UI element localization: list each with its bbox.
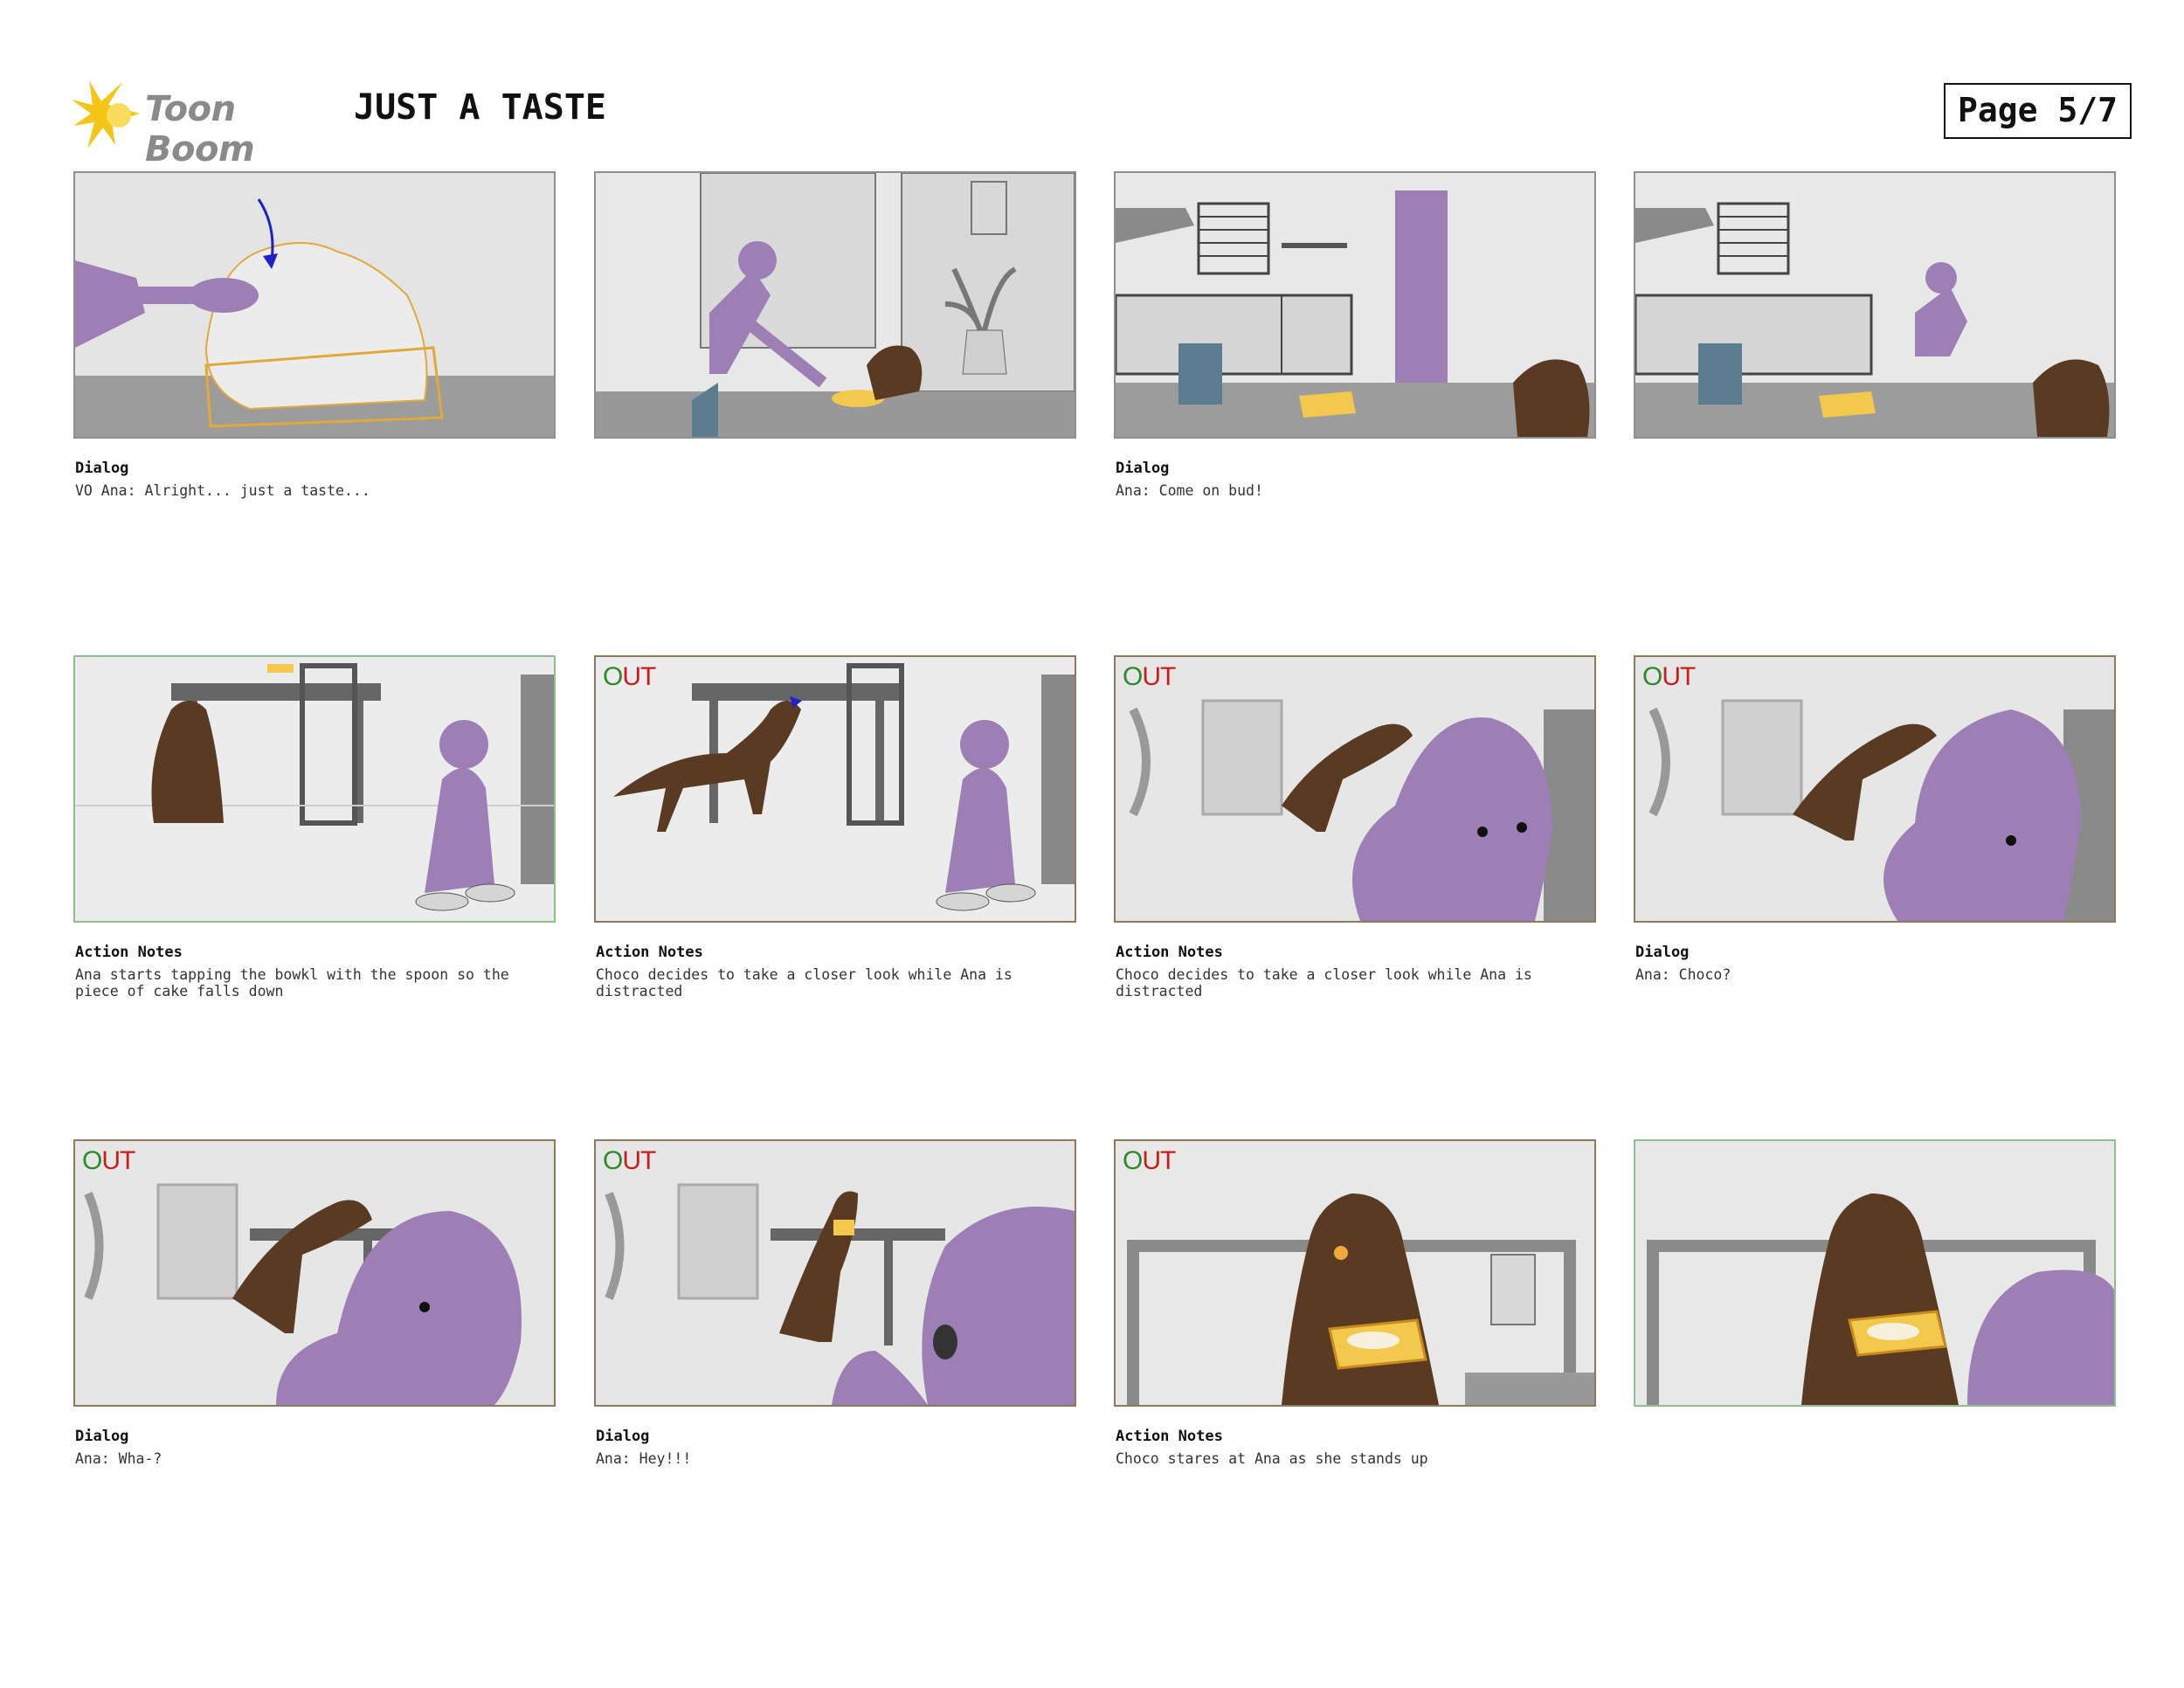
sketch-dog-sitting-ana-bowl — [75, 657, 554, 921]
sketch-dog-on-table-ana-turning — [1635, 657, 2114, 921]
panel-frame[interactable] — [1634, 171, 2116, 439]
sketch-dog-holding-cake — [1116, 1141, 1594, 1405]
panel-note-label: Action Notes — [596, 944, 703, 961]
out-marker: OUT — [1123, 1146, 1176, 1175]
sketch-dog-walking-ana-bowl — [596, 657, 1075, 921]
panel-note-text: Ana: Hey!!! — [596, 1450, 692, 1467]
document-title: JUST A TASTE — [354, 87, 606, 128]
panel-frame[interactable] — [73, 655, 556, 923]
panel-note-text: Ana: Come on bud! — [1116, 482, 1263, 499]
sketch-dog-on-table-ana-closeup — [1116, 657, 1594, 921]
sketch-dog-cake-ana-rising — [1635, 1141, 2114, 1405]
panel-note-text: Ana starts tapping the bowkl with the sp… — [75, 966, 518, 1000]
panel-note-text: VO Ana: Alright... just a taste... — [75, 482, 370, 499]
panel-note-label: Dialog — [75, 460, 129, 477]
page-indicator: Page 5/7 — [1943, 83, 2132, 139]
out-marker: OUT — [1642, 662, 1696, 691]
panel-note-label: Action Notes — [75, 944, 183, 961]
panel-frame[interactable]: OUT — [73, 1139, 556, 1407]
panel-note-text: Choco stares at Ana as she stands up — [1116, 1450, 1428, 1467]
panel-frame[interactable]: OUT — [1114, 1139, 1596, 1407]
out-marker: OUT — [82, 1146, 135, 1175]
logo-text: Toon Boom — [145, 89, 255, 169]
panel-frame[interactable]: OUT — [594, 655, 1076, 923]
panel-frame[interactable] — [594, 171, 1076, 439]
panel-note-text: Ana: Wha-? — [75, 1450, 162, 1467]
panel-note-label: Dialog — [1635, 944, 1690, 961]
starburst-logo-icon — [72, 80, 140, 149]
panel-note-label: Dialog — [75, 1428, 129, 1445]
out-marker: OUT — [603, 1146, 656, 1175]
sketch-ana-kitchen-table — [596, 173, 1075, 437]
sketch-ana-crouching-kitchen — [1635, 173, 2114, 437]
panel-note-label: Action Notes — [1116, 1428, 1223, 1445]
panel-note-label: Dialog — [1116, 460, 1170, 477]
out-marker: OUT — [1123, 662, 1176, 691]
panel-frame[interactable] — [1114, 171, 1596, 439]
sketch-ana-shouting-dog-cake — [596, 1141, 1075, 1405]
panel-frame[interactable]: OUT — [1634, 655, 2116, 923]
page-header: Toon Boom JUST A TASTE Page 5/7 — [70, 77, 2132, 169]
sketch-ana-standing-kitchen — [1116, 173, 1594, 437]
panel-note-label: Dialog — [596, 1428, 650, 1445]
toon-boom-logo: Toon Boom — [70, 77, 332, 169]
panel-frame[interactable] — [73, 171, 556, 439]
panel-note-label: Action Notes — [1116, 944, 1223, 961]
panel-frame[interactable] — [1634, 1139, 2116, 1407]
panel-frame[interactable]: OUT — [1114, 655, 1596, 923]
out-marker: OUT — [603, 662, 656, 691]
sketch-spoon-cake — [75, 173, 554, 437]
panel-frame[interactable]: OUT — [594, 1139, 1076, 1407]
panel-note-text: Choco decides to take a closer look whil… — [596, 966, 1021, 1000]
panel-note-text: Choco decides to take a closer look whil… — [1116, 966, 1541, 1000]
panel-note-text: Ana: Choco? — [1635, 966, 1731, 983]
sketch-ana-surprised-dog-table — [75, 1141, 554, 1405]
